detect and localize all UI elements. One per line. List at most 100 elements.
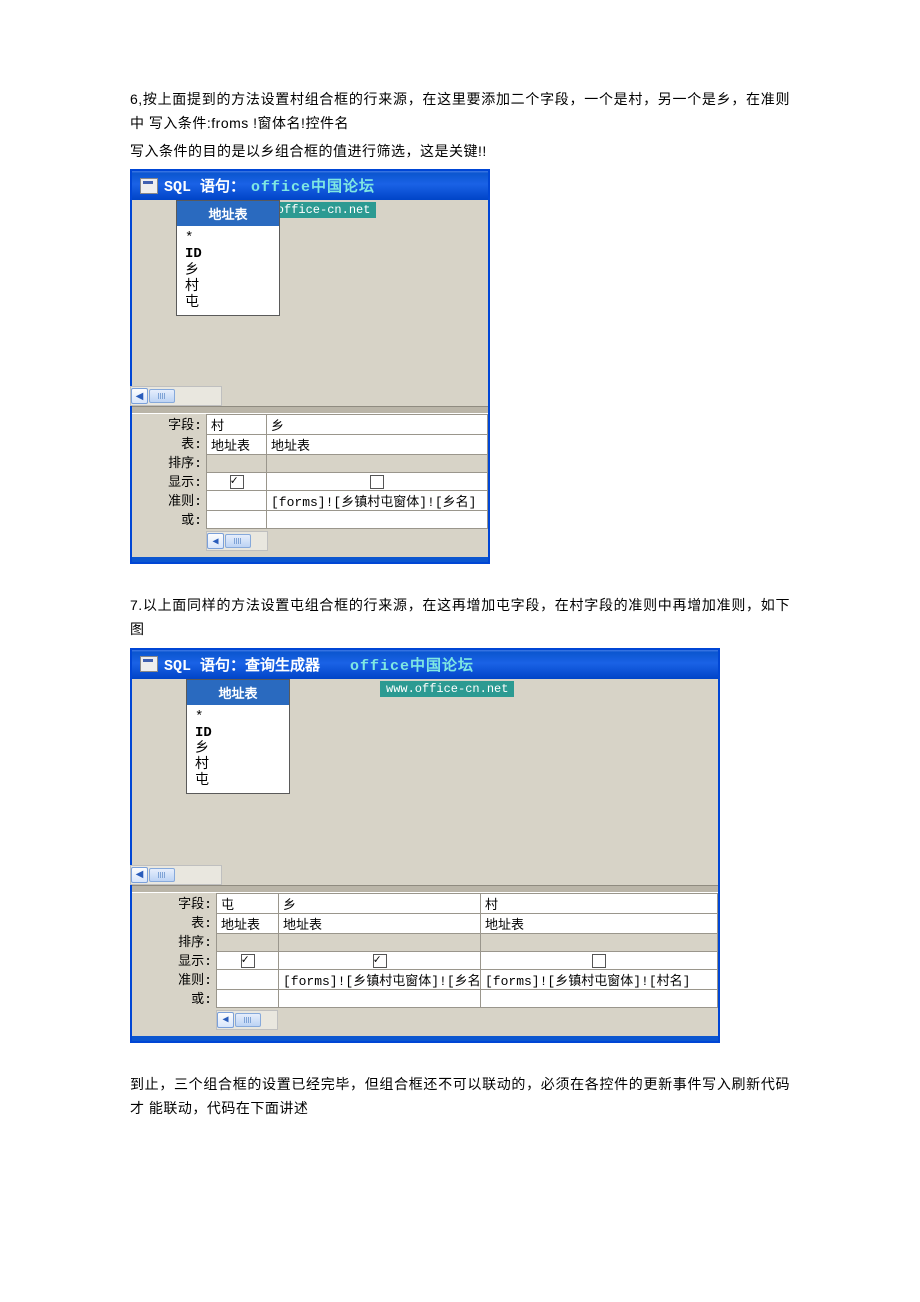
cell-or-c2[interactable] xyxy=(267,511,488,529)
scroll-thumb[interactable] xyxy=(225,534,251,548)
row-or xyxy=(207,511,488,529)
cell-sort-c2[interactable] xyxy=(267,455,488,473)
label-sort: 排序: xyxy=(138,454,202,473)
row-criteria: [forms]![乡镇村屯窗体]![乡名] [forms]![乡镇村屯窗体]![… xyxy=(217,969,718,989)
cell-table-c1[interactable]: 地址表 xyxy=(207,435,267,455)
scroll-thumb[interactable] xyxy=(235,1013,261,1027)
scroll-left-icon[interactable]: ◀ xyxy=(131,388,148,404)
field-item[interactable]: ID xyxy=(185,246,271,262)
cell-table-c2[interactable]: 地址表 xyxy=(267,435,488,455)
label-table: 表: xyxy=(138,914,212,933)
field-item[interactable]: 乡 xyxy=(195,741,281,757)
label-or: 或: xyxy=(138,511,202,530)
row-field: 村 乡 xyxy=(207,415,488,435)
cell-show-c2[interactable] xyxy=(267,473,488,491)
label-criteria: 准则: xyxy=(138,492,202,511)
title-watermark-text-2: office中国论坛 xyxy=(350,654,474,675)
field-item[interactable]: ID xyxy=(195,725,281,741)
row-criteria: [forms]![乡镇村屯窗体]![乡名] xyxy=(207,491,488,511)
window-bottom-border xyxy=(132,1036,718,1041)
cell-criteria-c2[interactable]: [forms]![乡镇村屯窗体]![乡名] xyxy=(279,969,481,989)
cell-table-c2[interactable]: 地址表 xyxy=(279,913,481,933)
cell-table-c3[interactable]: 地址表 xyxy=(481,913,718,933)
checkbox-icon[interactable] xyxy=(592,954,606,968)
cell-or-c1[interactable] xyxy=(217,989,279,1007)
label-criteria: 准则: xyxy=(138,971,212,990)
grid-row-labels-1: 字段: 表: 排序: 显示: 准则: 或: xyxy=(132,414,206,557)
cell-sort-c3[interactable] xyxy=(481,933,718,951)
cell-field-c2[interactable]: 乡 xyxy=(267,415,488,435)
cell-field-c1[interactable]: 村 xyxy=(207,415,267,435)
cell-show-c2[interactable] xyxy=(279,951,481,969)
cell-sort-c1[interactable] xyxy=(207,455,267,473)
scroll-thumb[interactable] xyxy=(149,868,175,882)
cell-or-c2[interactable] xyxy=(279,989,481,1007)
designer-canvas-2: 地址表 * ID 乡 村 屯 xyxy=(132,697,718,865)
row-show xyxy=(217,951,718,969)
grid-columns-1: 村 乡 地址表 地址表 xyxy=(206,414,488,557)
label-show: 显示: xyxy=(138,952,212,971)
cell-criteria-c3[interactable]: [forms]![乡镇村屯窗体]![村名] xyxy=(481,969,718,989)
pane-splitter-2[interactable] xyxy=(132,885,718,893)
row-show xyxy=(207,473,488,491)
title-watermark-text: office中国论坛 xyxy=(251,175,375,196)
cell-sort-c2[interactable] xyxy=(279,933,481,951)
scroll-left-icon[interactable]: ◀ xyxy=(207,533,224,549)
cell-sort-c1[interactable] xyxy=(217,933,279,951)
label-or: 或: xyxy=(138,990,212,1009)
canvas-hscroll-1[interactable]: ◀ xyxy=(130,386,222,406)
grid-hscroll-1[interactable]: ◀ xyxy=(206,531,268,551)
scroll-thumb[interactable] xyxy=(149,389,175,403)
field-item[interactable]: 村 xyxy=(185,279,271,295)
cell-or-c1[interactable] xyxy=(207,511,267,529)
row-or xyxy=(217,989,718,1007)
row-table: 地址表 地址表 xyxy=(207,435,488,455)
paragraph-7: 7.以上面同样的方法设置屯组合框的行来源，在这再增加屯字段，在村字段的准则中再增… xyxy=(130,594,790,642)
watermark-url-2: www.office-cn.net xyxy=(380,681,514,697)
design-grid-1: 字段: 表: 排序: 显示: 准则: 或: 村 乡 地 xyxy=(132,414,488,557)
title-prefix-2: SQL 语句：查询生成器 xyxy=(164,654,320,675)
field-item[interactable]: * xyxy=(195,709,281,725)
cell-criteria-c2[interactable]: [forms]![乡镇村屯窗体]![乡名] xyxy=(267,491,488,511)
checkbox-icon[interactable] xyxy=(241,954,255,968)
row-table: 地址表 地址表 地址表 xyxy=(217,913,718,933)
field-item[interactable]: 屯 xyxy=(195,773,281,789)
checkbox-icon[interactable] xyxy=(373,954,387,968)
cell-criteria-c1[interactable] xyxy=(217,969,279,989)
cell-show-c3[interactable] xyxy=(481,951,718,969)
checkbox-icon[interactable] xyxy=(230,475,244,489)
screenshot-1: SQL 语句： office中国论坛 www.office-cn.net 地址表… xyxy=(130,169,790,564)
field-item[interactable]: 乡 xyxy=(185,263,271,279)
cell-show-c1[interactable] xyxy=(207,473,267,491)
cell-field-c2[interactable]: 乡 xyxy=(279,893,481,913)
designer-canvas-1: 地址表 * ID 乡 村 屯 xyxy=(132,218,488,386)
query-designer-window-1: SQL 语句： office中国论坛 www.office-cn.net 地址表… xyxy=(130,169,490,564)
cell-field-c3[interactable]: 村 xyxy=(481,893,718,913)
label-field: 字段: xyxy=(138,895,212,914)
pane-splitter-1[interactable] xyxy=(132,406,488,414)
cell-or-c3[interactable] xyxy=(481,989,718,1007)
page: 6,按上面提到的方法设置村组合框的行来源，在这里要添加二个字段，一个是村，另一个… xyxy=(0,0,920,1185)
title-prefix: SQL 语句： xyxy=(164,175,245,196)
grid-columns-2: 屯 乡 村 地址表 地址表 地址表 xyxy=(216,893,718,1036)
screenshot-2: SQL 语句：查询生成器 office中国论坛 www.office-cn.ne… xyxy=(130,648,790,1043)
label-table: 表: xyxy=(138,435,202,454)
row-sort xyxy=(207,455,488,473)
field-item[interactable]: 屯 xyxy=(185,295,271,311)
window-titlebar-1: SQL 语句： office中国论坛 xyxy=(132,171,488,200)
field-item[interactable]: 村 xyxy=(195,757,281,773)
cell-table-c1[interactable]: 地址表 xyxy=(217,913,279,933)
field-item[interactable]: * xyxy=(185,230,271,246)
window-titlebar-2: SQL 语句：查询生成器 office中国论坛 xyxy=(132,650,718,679)
scroll-left-icon[interactable]: ◀ xyxy=(131,867,148,883)
grid-hscroll-2[interactable]: ◀ xyxy=(216,1010,278,1030)
cell-field-c1[interactable]: 屯 xyxy=(217,893,279,913)
scroll-left-icon[interactable]: ◀ xyxy=(217,1012,234,1028)
checkbox-icon[interactable] xyxy=(370,475,384,489)
row-field: 屯 乡 村 xyxy=(217,893,718,913)
query-designer-window-2: SQL 语句：查询生成器 office中国论坛 www.office-cn.ne… xyxy=(130,648,720,1043)
canvas-hscroll-2[interactable]: ◀ xyxy=(130,865,222,885)
cell-criteria-c1[interactable] xyxy=(207,491,267,511)
cell-show-c1[interactable] xyxy=(217,951,279,969)
design-grid-2: 字段: 表: 排序: 显示: 准则: 或: 屯 乡 村 xyxy=(132,893,718,1036)
